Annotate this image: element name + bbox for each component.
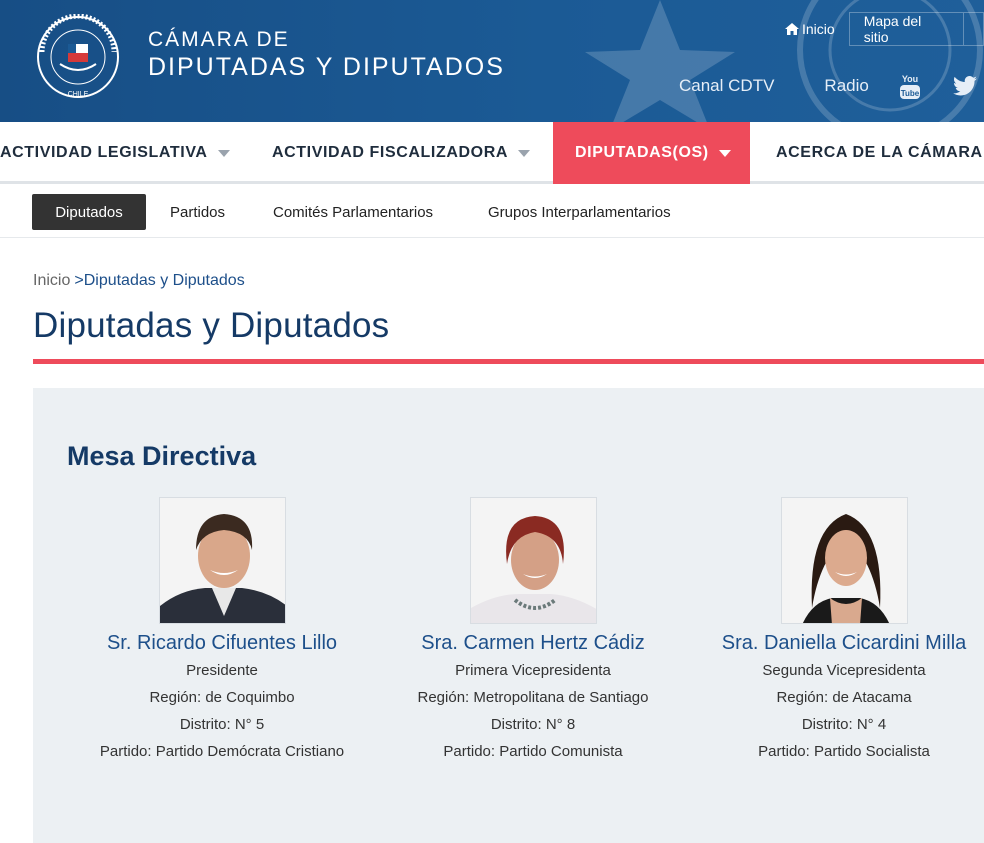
brand-line-1: CÁMARA DE — [148, 28, 290, 51]
subnav-partidos[interactable]: Partidos — [150, 194, 245, 230]
member-name[interactable]: Sra. Daniella Cicardini Milla — [689, 632, 984, 655]
member-role: Primera Vicepresidenta — [455, 662, 611, 679]
nav-acerca-de-la-camara[interactable]: ACERCA DE LA CÁMARA — [776, 122, 984, 184]
site-header: CHILE CÁMARA DE DIPUTADAS Y DIPUTADOS In… — [0, 0, 984, 122]
top-links-overflow[interactable] — [964, 12, 984, 46]
sitemap-link-label: Mapa del sitio — [863, 13, 922, 45]
member-party: Partido: Partido Comunista — [443, 743, 623, 760]
member-party: Partido: Partido Demócrata Cristiano — [99, 743, 345, 760]
svg-text:CHILE: CHILE — [68, 91, 89, 98]
member-name[interactable]: Sr. Ricardo Cifuentes Lillo — [67, 632, 377, 655]
portrait-image — [470, 498, 596, 623]
main-navigation: ACTIVIDAD LEGISLATIVA ACTIVIDAD FISCALIZ… — [0, 122, 984, 184]
nav-item-label: ACTIVIDAD LEGISLATIVA — [0, 144, 208, 161]
member-photo[interactable] — [158, 497, 286, 624]
member-region: Región: Metropolitana de Santiago — [417, 689, 649, 706]
member-district: Distrito: N° 5 — [179, 716, 265, 733]
page-title: Diputadas y Diputados — [33, 306, 390, 345]
nav-item-label: ACERCA DE LA CÁMARA — [776, 144, 983, 161]
breadcrumb-home[interactable]: Inicio — [33, 272, 70, 289]
portrait-image — [159, 498, 285, 623]
member-name[interactable]: Sra. Carmen Hertz Cádiz — [378, 632, 688, 655]
chevron-down-icon — [718, 149, 731, 157]
member-card: Sr. Ricardo Cifuentes Lillo Presidente R… — [67, 497, 377, 762]
breadcrumb-separator: > — [74, 272, 84, 289]
member-district: Distrito: N° 4 — [801, 716, 887, 733]
member-region: Región: de Coquimbo — [149, 689, 295, 706]
radio-link[interactable]: Radio — [824, 76, 868, 96]
section-title: Mesa Directiva — [67, 441, 257, 471]
breadcrumb-current: Diputadas y Diputados — [83, 272, 245, 289]
chamber-seal-logo[interactable]: CHILE — [30, 14, 126, 100]
twitter-icon[interactable] — [952, 76, 977, 96]
member-district: Distrito: N° 8 — [490, 716, 576, 733]
subnav-grupos-interparlamentarios[interactable]: Grupos Interparlamentarios — [468, 194, 691, 230]
top-links: Inicio Mapa del sitio — [771, 12, 984, 46]
site-brand[interactable]: CÁMARA DE DIPUTADAS Y DIPUTADOS — [148, 28, 505, 82]
nav-item-label: DIPUTADAS(OS) — [575, 144, 709, 161]
nav-actividad-legislativa[interactable]: ACTIVIDAD LEGISLATIVA — [0, 122, 230, 184]
title-underline — [33, 359, 984, 364]
subnav-comites-parlamentarios[interactable]: Comités Parlamentarios — [253, 194, 453, 230]
media-links: Canal CDTV Radio You Tube — [679, 72, 977, 100]
member-card: Sra. Carmen Hertz Cádiz Primera Vicepres… — [378, 497, 688, 762]
member-role: Segunda Vicepresidenta — [762, 662, 926, 679]
portrait-image — [781, 498, 907, 623]
member-party: Partido: Partido Socialista — [758, 743, 930, 760]
nav-diputados[interactable]: DIPUTADAS(OS) — [553, 122, 750, 184]
member-role: Presidente — [186, 662, 258, 679]
home-link-label: Inicio — [802, 21, 835, 37]
svg-text:You: You — [902, 74, 918, 84]
subnav-diputados[interactable]: Diputados — [32, 194, 146, 230]
sitemap-link[interactable]: Mapa del sitio — [848, 12, 965, 46]
breadcrumb: Inicio >Diputadas y Diputados — [33, 272, 245, 290]
svg-text:Tube: Tube — [901, 89, 920, 98]
member-region: Región: de Atacama — [776, 689, 912, 706]
nav-item-label: ACTIVIDAD FISCALIZADORA — [272, 144, 509, 161]
member-photo[interactable] — [780, 497, 908, 624]
nav-actividad-fiscalizadora[interactable]: ACTIVIDAD FISCALIZADORA — [272, 122, 531, 184]
youtube-icon[interactable]: You Tube — [899, 72, 921, 100]
home-link[interactable]: Inicio — [771, 12, 849, 46]
canal-cdtv-link[interactable]: Canal CDTV — [679, 76, 774, 96]
member-photo[interactable] — [469, 497, 597, 624]
brand-line-2: DIPUTADAS Y DIPUTADOS — [148, 53, 505, 81]
sub-navigation: Diputados Partidos Comités Parlamentario… — [0, 184, 984, 238]
chevron-down-icon — [217, 149, 230, 157]
chevron-down-icon — [518, 149, 531, 157]
member-card: Sra. Daniella Cicardini Milla Segunda Vi… — [689, 497, 984, 762]
home-icon — [785, 23, 799, 35]
